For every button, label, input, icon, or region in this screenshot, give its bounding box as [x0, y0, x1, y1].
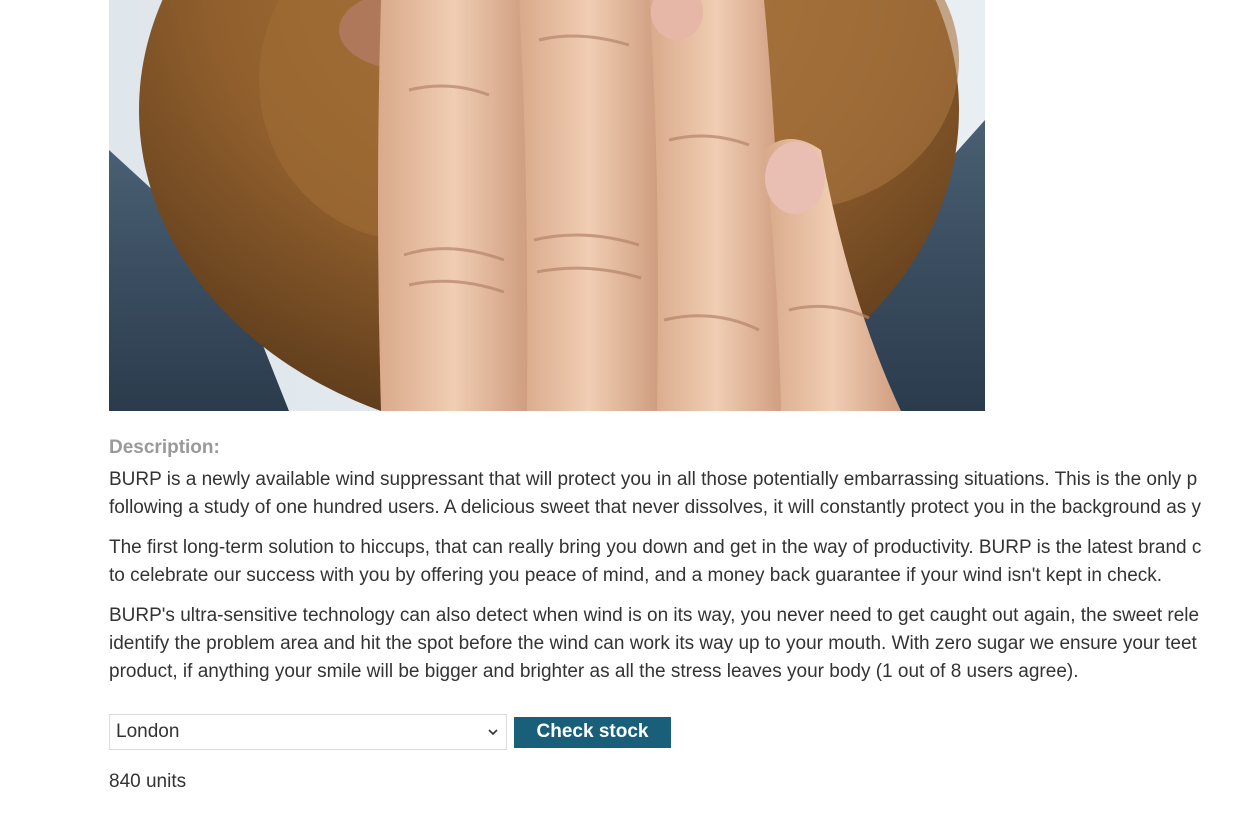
stock-result-text: 840 units: [109, 771, 187, 792]
paragraph-line: to celebrate our success with you by off…: [109, 565, 1163, 586]
check-stock-button[interactable]: Check stock: [514, 716, 671, 748]
description-text: BURP is a newly available wind suppressa…: [109, 466, 1256, 686]
description-paragraph: BURP's ultra-sensitive technology can al…: [109, 602, 1256, 686]
product-image: [109, 0, 985, 411]
paragraph-line: product, if anything your smile will be …: [109, 661, 1079, 682]
paragraph-line: identify the problem area and hit the sp…: [109, 633, 1197, 654]
product-content: Description: BURP is a newly available w…: [109, 0, 1256, 792]
paragraph-line: BURP's ultra-sensitive technology can al…: [109, 605, 1200, 626]
paragraph-line: The first long-term solution to hiccups,…: [109, 537, 1202, 558]
description-paragraph: The first long-term solution to hiccups,…: [109, 534, 1256, 590]
paragraph-line: BURP is a newly available wind suppressa…: [109, 469, 1198, 490]
paragraph-line: following a study of one hundred users. …: [109, 497, 1202, 518]
store-select-value: London: [116, 721, 180, 742]
description-label: Description:: [109, 437, 220, 458]
chevron-down-icon: [488, 729, 498, 736]
store-select[interactable]: London: [109, 714, 507, 750]
description-paragraph: BURP is a newly available wind suppressa…: [109, 466, 1256, 522]
stock-check-form: London Check stock: [109, 714, 671, 750]
